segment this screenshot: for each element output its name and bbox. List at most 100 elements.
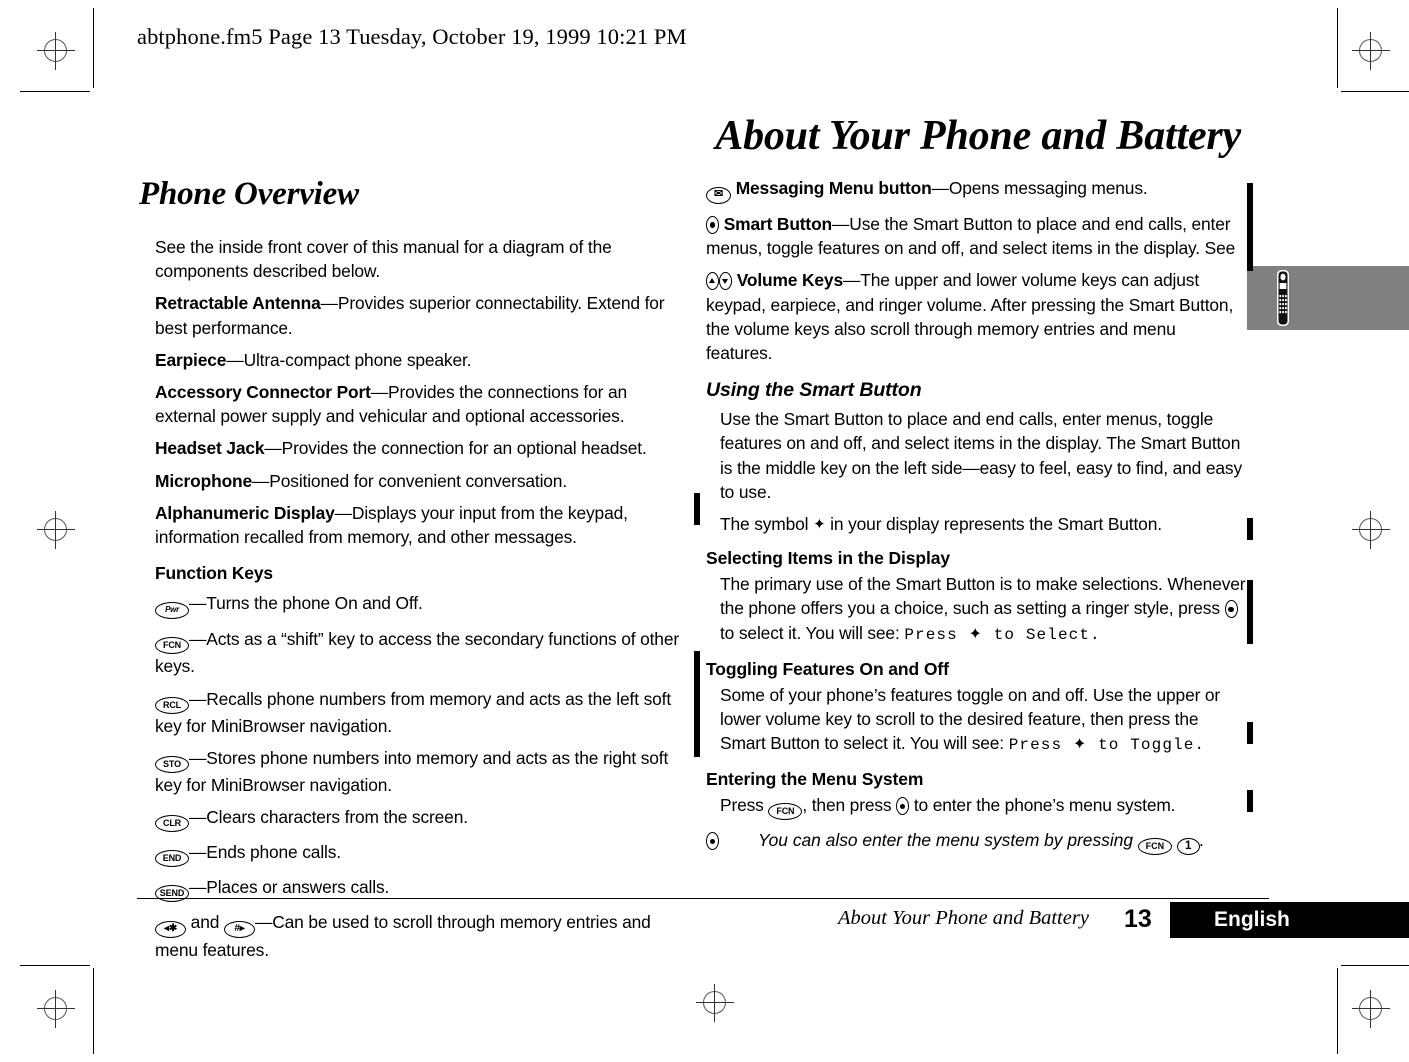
- smart-button-display-symbol: ✦: [813, 516, 826, 534]
- fcn-key-icon: FCN: [1137, 838, 1172, 856]
- component-term: Earpiece: [155, 349, 227, 370]
- volume-keys-item: Volume Keys—The upper and lower volume k…: [706, 268, 1246, 365]
- component-desc: Provides the connection for an optional …: [281, 438, 647, 459]
- power-key-icon: Pwr: [155, 602, 189, 620]
- function-key-desc: Acts as a “shift” key to access the seco…: [155, 629, 679, 677]
- em-dash: —: [189, 688, 207, 709]
- registration-mark-top-left: [37, 32, 75, 70]
- function-key-desc: Turns the phone On and Off.: [206, 593, 423, 614]
- function-key-item: STO —Stores phone numbers into memory and…: [155, 746, 687, 797]
- em-dash: —: [226, 349, 244, 370]
- one-key-icon: 1: [1176, 838, 1200, 856]
- function-key-item: FCN —Acts as a “shift” key to access the …: [155, 627, 687, 678]
- footer-rule: [137, 898, 1269, 899]
- em-dash: —: [334, 502, 352, 523]
- function-key-item: CLR —Clears characters from the screen.: [155, 805, 687, 833]
- smart-button-item: Smart Button—Use the Smart Button to pla…: [706, 212, 1246, 260]
- registration-mark-bottom-center: [696, 984, 734, 1022]
- note-post: .: [1199, 830, 1205, 851]
- component-item: Accessory Connector Port—Provides the co…: [155, 380, 687, 428]
- registration-mark-left-middle: [37, 511, 75, 549]
- chapter-thumb-tab: [1247, 266, 1409, 330]
- registration-mark-right-middle: [1352, 511, 1390, 549]
- change-bar: [1247, 722, 1253, 744]
- em-dash: —: [254, 912, 273, 933]
- scroll-keys-item: ◂✱ and #▸ —Can be used to scroll through …: [155, 910, 687, 962]
- footer-language-label: English: [1214, 908, 1290, 931]
- crop-mark-top-left-vertical: [93, 8, 94, 88]
- function-key-item: Pwr —Turns the phone On and Off.: [155, 591, 687, 620]
- change-bar: [1247, 518, 1253, 540]
- registration-mark-bottom-left: [37, 990, 75, 1028]
- component-item: Earpiece—Ultra-compact phone speaker.: [155, 348, 687, 372]
- em-dash: —: [320, 293, 338, 314]
- function-keys-heading: Function Keys: [155, 563, 273, 584]
- end-key-icon: END: [155, 850, 189, 868]
- heading-entering-the-menu-system: Entering the Menu System: [706, 769, 924, 790]
- press-word: Press: [720, 795, 769, 816]
- component-term: Retractable Antenna: [155, 293, 321, 314]
- entering-menu-paragraph: Press FCN, then press to enter the phone…: [720, 793, 1246, 821]
- smart-button-icon: [706, 216, 719, 234]
- using-smart-button-paragraph-2: The symbol ✦ in your display represents …: [720, 512, 1246, 536]
- toggling-features-paragraph: Some of your phone’s features toggle on …: [720, 683, 1246, 758]
- tip-note: You can also enter the menu system by pr…: [706, 828, 1246, 856]
- note-body: You can also enter the menu system by pr…: [758, 828, 1205, 856]
- em-dash: —: [189, 629, 207, 650]
- display-string-press-to-select: Press ✦ to Select.: [904, 625, 1101, 644]
- selecting-text-pre: The primary use of the Smart Button is t…: [720, 574, 1246, 619]
- entering-menu-mid: , then press: [802, 795, 897, 816]
- section-heading-phone-overview: Phone Overview: [139, 176, 359, 212]
- rcl-key-icon: RCL: [155, 696, 189, 714]
- symbol-sentence-post: in your display represents the Smart But…: [825, 514, 1162, 535]
- note-smart-button-bullet-icon: [706, 828, 758, 852]
- selecting-text-mid: to select it. You will see:: [720, 622, 905, 643]
- component-term: Alphanumeric Display: [155, 502, 335, 523]
- registration-mark-bottom-right: [1352, 990, 1390, 1028]
- crop-mark-bottom-right-horizontal: [1341, 965, 1409, 966]
- footer-running-head: About Your Phone and Battery: [838, 907, 1089, 929]
- hash-key-icon: #▸: [223, 921, 255, 939]
- star-key-icon: ◂✱: [155, 921, 186, 939]
- function-key-item: END —Ends phone calls.: [155, 840, 687, 868]
- em-dash: —: [370, 382, 389, 403]
- change-bar: [1247, 790, 1253, 812]
- messaging-desc: Opens messaging menus.: [948, 178, 1148, 198]
- change-bar: [1247, 183, 1253, 271]
- em-dash: —: [832, 214, 850, 234]
- em-dash: —: [189, 877, 207, 898]
- em-dash: —: [252, 470, 270, 491]
- file-header-line: abtphone.fm5 Page 13 Tuesday, October 19…: [137, 24, 687, 49]
- crop-mark-bottom-right-vertical: [1337, 968, 1338, 1054]
- heading-using-the-smart-button: Using the Smart Button: [706, 379, 922, 402]
- component-term: Microphone: [155, 470, 253, 491]
- clr-key-icon: CLR: [155, 815, 189, 833]
- note-pre: You can also enter the menu system by pr…: [758, 830, 1138, 851]
- smart-button-icon: [1224, 600, 1238, 619]
- heading-selecting-items-in-the-display: Selecting Items in the Display: [706, 548, 951, 569]
- mobile-phone-icon: [1273, 270, 1293, 326]
- crop-mark-top-left-horizontal: [20, 91, 90, 92]
- function-key-desc: Places or answers calls.: [206, 877, 390, 898]
- send-key-icon: SEND: [155, 885, 189, 903]
- function-key-desc: Stores phone numbers into memory and act…: [155, 747, 669, 795]
- change-bar: [694, 493, 700, 525]
- function-key-desc: Ends phone calls.: [206, 842, 341, 863]
- component-term: Accessory Connector Port: [155, 382, 371, 403]
- messaging-term: Messaging Menu button: [735, 178, 932, 198]
- sto-key-icon: STO: [155, 755, 189, 773]
- em-dash: —: [264, 438, 282, 459]
- change-bar: [1247, 580, 1253, 644]
- fcn-key-icon: FCN: [155, 637, 189, 655]
- crop-mark-top-right-horizontal: [1341, 91, 1409, 92]
- em-dash: —: [189, 842, 207, 863]
- component-term: Headset Jack: [155, 438, 265, 459]
- selecting-items-paragraph: The primary use of the Smart Button is t…: [720, 572, 1246, 647]
- em-dash: —: [931, 178, 949, 198]
- em-dash: —: [189, 593, 207, 614]
- component-item: Microphone—Positioned for convenient con…: [155, 469, 687, 493]
- page-title: About Your Phone and Battery: [715, 113, 1241, 159]
- fcn-key-icon: FCN: [768, 803, 803, 821]
- change-bar: [694, 651, 700, 757]
- symbol-sentence-pre: The symbol: [720, 514, 814, 535]
